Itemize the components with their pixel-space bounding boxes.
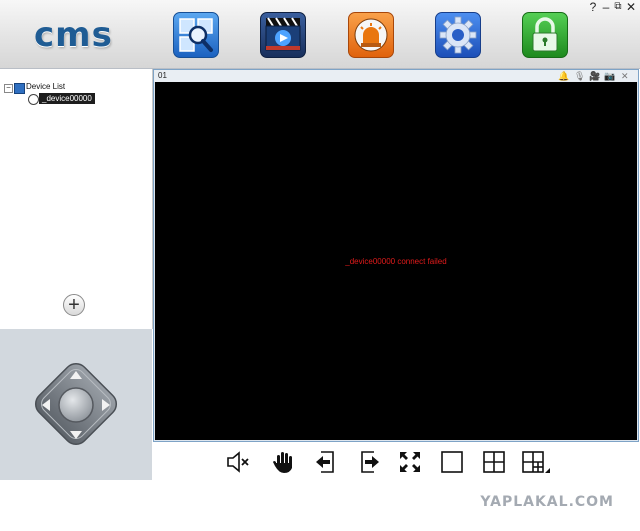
close-button[interactable]: ✕ [625,0,637,14]
restore-button[interactable]: ⧉ [612,0,624,14]
channel-close-icon[interactable]: ✕ [621,71,629,81]
video-screen[interactable]: _device00000 connect failed [155,82,637,440]
quad-view-icon [483,451,505,473]
alarm-button[interactable] [348,12,394,58]
hand-icon [273,452,292,473]
record-icon: 🎥 [589,71,601,81]
ptz-hand-button[interactable] [271,449,297,475]
help-button[interactable]: ? [587,0,599,14]
ptz-panel [0,329,152,480]
lock-icon [532,17,558,52]
fullscreen-button[interactable] [397,449,423,475]
app-logo: cms [34,15,113,55]
channel-label: 01 [158,71,167,80]
mute-icon [227,451,249,473]
alarm-bell-icon: 🔔 [558,71,570,81]
single-view-button[interactable] [439,449,465,475]
multi-view-icon [522,451,550,473]
alarm-icon [354,18,388,52]
tree-collapse-toggle[interactable]: − [4,84,13,93]
snapshot-icon: 📷 [604,71,616,81]
watermark: YAPLAKAL.COM [480,494,614,510]
multi-view-button[interactable] [521,449,551,475]
mute-button[interactable] [225,449,251,475]
lock-button[interactable] [522,12,568,58]
microphone-icon: 🎙 [574,71,586,81]
ptz-joystick [34,362,118,446]
ptz-center-button[interactable] [58,387,94,423]
playback-button[interactable] [260,12,306,58]
previous-page-button[interactable] [313,449,339,475]
fullscreen-icon [400,452,420,472]
device-tree-panel [0,69,153,329]
device-list-icon [14,83,25,94]
next-page-button[interactable] [356,449,382,475]
add-device-button[interactable]: + [63,294,85,316]
settings-button[interactable] [435,12,481,58]
search-icon [179,18,213,52]
footer: YAPLAKAL.COM [0,480,640,531]
quad-view-button[interactable] [481,449,507,475]
search-button[interactable] [173,12,219,58]
next-page-icon [361,451,379,473]
camera-icon [28,94,39,105]
minimize-button[interactable]: – [600,0,612,14]
top-toolbar: cms ? – ⧉ ✕ [0,0,640,69]
previous-page-icon [316,451,334,473]
playback-icon [265,17,301,51]
single-view-icon [441,451,463,473]
tree-item-device[interactable]: _device00000 [39,93,95,104]
gear-icon [439,16,477,54]
connection-status-message: _device00000 connect failed [345,257,447,266]
tree-root-device-list[interactable]: Device List [26,82,65,91]
